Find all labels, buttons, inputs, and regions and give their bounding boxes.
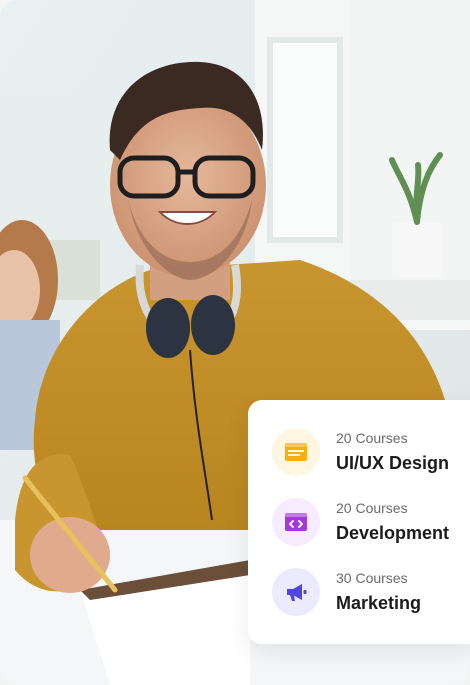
course-title: Marketing [336,593,422,613]
badge-development [272,498,320,546]
layout-window-icon [285,443,307,461]
course-item-development[interactable]: 20 Courses Development [272,498,449,546]
course-categories-card: 20 Courses UI/UX Design 20 Courses Devel… [248,400,470,644]
badge-ui-ux [272,428,320,476]
course-item-ui-ux[interactable]: 20 Courses UI/UX Design [272,428,449,476]
course-count: 20 Courses [336,430,408,446]
course-count: 20 Courses [336,500,408,516]
course-title: UI/UX Design [336,453,450,473]
course-item-marketing[interactable]: 30 Courses Marketing [272,568,421,616]
course-count: 30 Courses [336,570,408,586]
megaphone-icon [287,584,307,601]
course-title: Development [336,523,450,543]
code-window-icon [285,513,307,531]
badge-marketing [272,568,320,616]
